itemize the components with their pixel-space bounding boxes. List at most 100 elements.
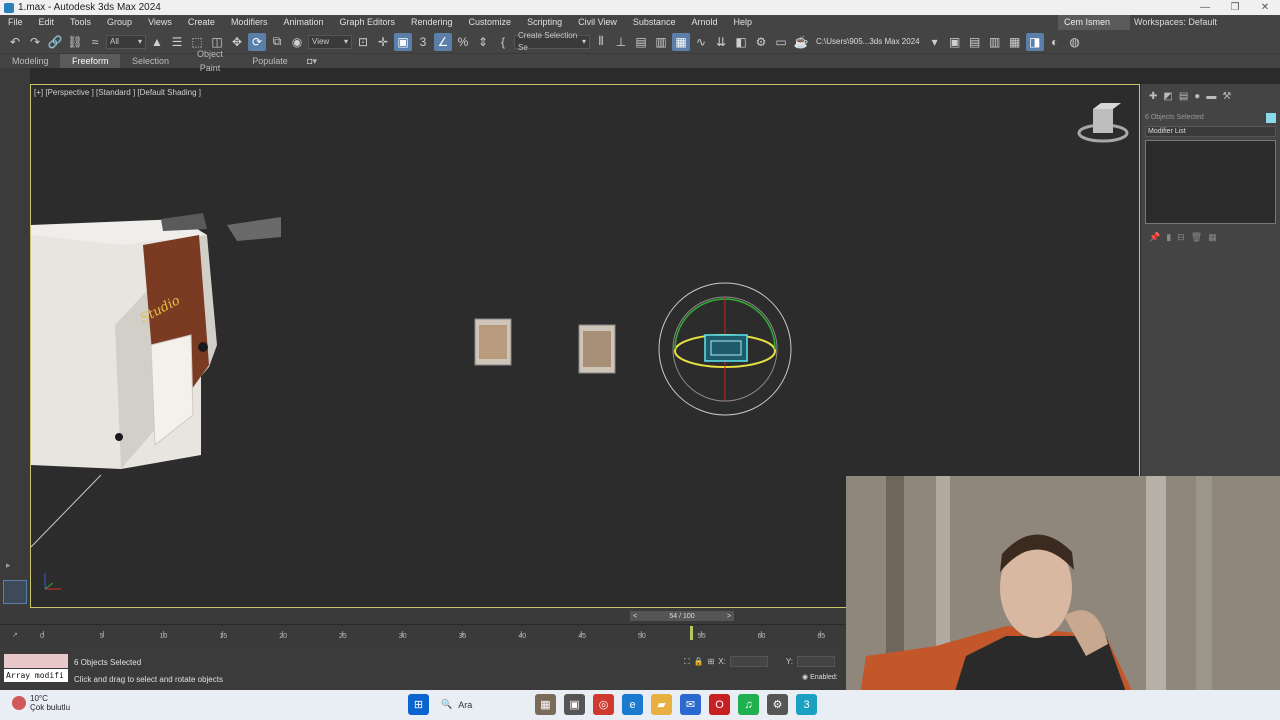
track-bar[interactable]: ↗ 0 5 10 15 20 25 30 35 40 45 50 55 60 65	[0, 624, 846, 646]
viewcube-icon[interactable]	[1077, 103, 1129, 143]
toggle-layer-explorer-icon[interactable]: ▥	[652, 33, 670, 51]
hierarchy-tab-icon[interactable]: ▤	[1179, 91, 1188, 102]
container-open-icon[interactable]: ▤	[966, 33, 984, 51]
menu-edit[interactable]: Edit	[31, 15, 63, 30]
selection-filter-dropdown[interactable]: All ▾	[106, 34, 146, 49]
3ds-max-icon[interactable]: 3	[796, 694, 817, 715]
show-end-result-icon[interactable]: ▮	[1166, 232, 1171, 243]
widgets-icon[interactable]: ▦	[535, 694, 556, 715]
reference-coordinate-dropdown[interactable]: View ▾	[308, 34, 352, 49]
menu-help[interactable]: Help	[725, 15, 760, 30]
link-icon[interactable]: 🔗	[46, 33, 64, 51]
menu-animation[interactable]: Animation	[275, 15, 331, 30]
ribbon-options-icon[interactable]: ◘▾	[300, 54, 324, 68]
rendered-frame-window-icon[interactable]: ▭	[772, 33, 790, 51]
user-account-dropdown[interactable]: Cem Ismen	[1058, 15, 1130, 30]
angle-snap-icon[interactable]: ∠	[434, 32, 452, 51]
rotate-gizmo[interactable]	[658, 282, 792, 416]
container-save-icon[interactable]: ▦	[1006, 33, 1024, 51]
chrome-icon[interactable]: ◎	[593, 694, 614, 715]
modify-tab-icon[interactable]: ◩	[1163, 91, 1172, 102]
spinner-snap-icon[interactable]: ⇕	[474, 33, 492, 51]
remove-modifier-icon[interactable]: 🗑	[1191, 232, 1202, 243]
viewport-thumbnail-icon[interactable]	[3, 580, 27, 604]
tab-populate[interactable]: Populate	[240, 54, 300, 68]
render-setup-icon[interactable]: ⚙	[752, 33, 770, 51]
unlink-icon[interactable]: ⛓	[66, 33, 84, 51]
select-object-icon[interactable]: ▲	[148, 33, 166, 51]
workspaces-dropdown[interactable]: Workspaces: Default	[1134, 15, 1274, 30]
make-unique-icon[interactable]: ⊟	[1177, 232, 1185, 243]
bind-space-warp-icon[interactable]: ≈	[86, 33, 104, 51]
select-scale-icon[interactable]: ⧉	[268, 33, 286, 51]
object-color-swatch[interactable]	[1266, 112, 1276, 123]
mail-icon[interactable]: ✉	[680, 694, 701, 715]
snaps-toggle-icon[interactable]: 3	[414, 33, 432, 51]
percent-snap-icon[interactable]: %	[454, 33, 472, 51]
next-frame-icon[interactable]: >	[727, 613, 731, 620]
redo-icon[interactable]: ↷	[26, 33, 44, 51]
menu-views[interactable]: Views	[140, 15, 180, 30]
time-slider[interactable]: < 54 / 100 >	[630, 611, 734, 621]
open-explorer-icon[interactable]: ▾	[926, 33, 944, 51]
manipulate-icon[interactable]: ✛	[374, 33, 392, 51]
menu-modifiers[interactable]: Modifiers	[223, 15, 276, 30]
named-selection-set-dropdown[interactable]: Create Selection Se ▾	[514, 31, 590, 52]
substance-icon[interactable]: ◐	[1046, 33, 1064, 51]
close-button[interactable]: ✕	[1250, 0, 1280, 15]
y-coordinate-field[interactable]	[796, 656, 835, 667]
select-place-icon[interactable]: ◉	[288, 33, 306, 51]
menu-file[interactable]: File	[0, 15, 31, 30]
menu-tools[interactable]: Tools	[62, 15, 99, 30]
house-model[interactable]: Studio	[31, 219, 217, 469]
menu-customize[interactable]: Customize	[461, 15, 520, 30]
project-folder-path[interactable]: C:\Users\905...3ds Max 2024	[812, 37, 924, 46]
menu-civil-view[interactable]: Civil View	[570, 15, 625, 30]
material-editor-icon[interactable]: ◧	[732, 33, 750, 51]
task-view-icon[interactable]: ▣	[564, 694, 585, 715]
toggle-ribbon-icon[interactable]: ▦	[672, 32, 690, 51]
weather-widget[interactable]: 10°C Çok bulutlu	[12, 694, 70, 712]
arnold-icon[interactable]: ◍	[1066, 33, 1084, 51]
curve-editor-icon[interactable]: ∿	[692, 33, 710, 51]
container-close-icon[interactable]: ▥	[986, 33, 1004, 51]
restore-button[interactable]: ❐	[1220, 0, 1250, 15]
tab-freeform[interactable]: Freeform	[60, 54, 120, 68]
curve-editor-toggle-icon[interactable]: ↗	[12, 631, 18, 639]
menu-scripting[interactable]: Scripting	[519, 15, 570, 30]
edge-icon[interactable]: e	[622, 694, 643, 715]
viewport-layout-icon[interactable]: ◨	[1025, 32, 1044, 51]
selection-name-field[interactable]: 6 Objects Selected	[1145, 114, 1204, 121]
configure-sets-icon[interactable]: ▦	[1208, 232, 1217, 243]
tab-object-paint[interactable]: Object Paint	[180, 47, 240, 75]
create-tab-icon[interactable]: ✚	[1149, 91, 1157, 102]
spotify-icon[interactable]: ♫	[738, 694, 759, 715]
container-icon[interactable]: ▣	[946, 33, 964, 51]
taskbar-search[interactable]: 🔍 Ara	[437, 694, 527, 715]
start-button-icon[interactable]: ⊞	[408, 694, 429, 715]
menu-create[interactable]: Create	[180, 15, 223, 30]
menu-group[interactable]: Group	[99, 15, 140, 30]
menu-arnold[interactable]: Arnold	[683, 15, 725, 30]
keyboard-shortcut-override-icon[interactable]: ▣	[394, 32, 412, 51]
mirror-icon[interactable]: ⫴	[592, 33, 610, 51]
align-icon[interactable]: ⊥	[612, 33, 630, 51]
prev-frame-icon[interactable]: <	[633, 613, 637, 620]
menu-substance[interactable]: Substance	[625, 15, 684, 30]
roof-object[interactable]	[161, 213, 207, 231]
isolate-selection-icon[interactable]: ⛶	[684, 657, 690, 667]
select-rotate-icon[interactable]: ⟳	[248, 32, 266, 51]
display-tab-icon[interactable]: ▬	[1206, 91, 1216, 102]
opera-icon[interactable]: O	[709, 694, 730, 715]
render-production-icon[interactable]: ☕	[792, 33, 810, 51]
utilities-tab-icon[interactable]: ⚒	[1222, 91, 1231, 102]
schematic-view-icon[interactable]: ⇊	[712, 33, 730, 51]
maxscript-listener-field[interactable]	[4, 654, 68, 668]
adaptive-degradation-label[interactable]: ◉ Enabled:	[802, 673, 838, 681]
maxscript-input[interactable]: Array modifi	[4, 669, 68, 682]
file-explorer-icon[interactable]: ▰	[651, 694, 672, 715]
pin-stack-icon[interactable]: 📌	[1149, 232, 1160, 243]
menu-graph-editors[interactable]: Graph Editors	[331, 15, 403, 30]
expand-arrow-icon[interactable]: ▸	[6, 560, 11, 571]
modifier-stack[interactable]	[1145, 140, 1276, 224]
